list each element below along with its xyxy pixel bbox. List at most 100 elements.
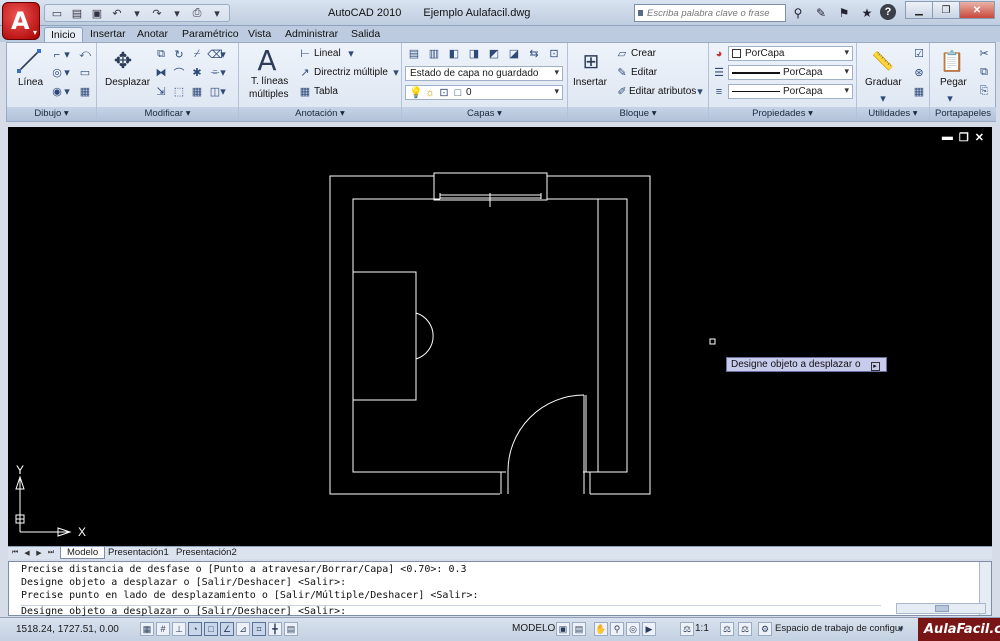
polar-toggle-icon[interactable]: ◔ — [188, 622, 202, 636]
tab-insertar[interactable]: Insertar — [84, 27, 132, 42]
edit-block-icon[interactable]: ✎ — [614, 65, 630, 80]
help-icon[interactable]: ? — [880, 4, 896, 20]
tab-salida[interactable]: Salida — [345, 27, 386, 42]
viewport-restore-button[interactable]: ❐ — [959, 131, 969, 144]
fillet-icon[interactable]: ⌒ — [171, 65, 187, 80]
otrack-toggle-icon[interactable]: ∠ — [220, 622, 234, 636]
cut-icon[interactable]: ✂ — [976, 46, 992, 61]
dyn-toggle-icon[interactable]: ⌗ — [252, 622, 266, 636]
calculator-icon[interactable]: ▦ — [911, 84, 927, 99]
redo-dropdown-icon[interactable]: ▾ — [169, 6, 185, 20]
snap-toggle-icon[interactable]: ▦ — [140, 622, 154, 636]
quick-select-icon[interactable]: ☑ — [911, 46, 927, 61]
tab-vista[interactable]: Vista — [242, 27, 277, 42]
redo-icon[interactable]: ↷ — [149, 6, 165, 20]
multiline-text-icon[interactable]: A — [253, 44, 281, 77]
rectangle-icon[interactable]: ▭ — [77, 65, 93, 80]
match-properties-icon[interactable]: ⎘ — [976, 84, 992, 99]
panel-draw-title[interactable]: Dibujo ▾ — [7, 107, 96, 121]
workspace-switch[interactable]: Espacio de trabajo de configura — [775, 623, 903, 634]
application-menu-button[interactable]: A ▾ — [2, 2, 40, 40]
layout-tab-model[interactable]: Modelo — [60, 547, 106, 559]
move-label[interactable]: Desplazar — [105, 77, 150, 88]
drawing-area[interactable]: Y X ▬ ❐ ✕ Designe objeto a desplazar o ▸ — [8, 127, 992, 546]
last-layout-icon[interactable]: ⏭ — [46, 548, 56, 558]
model-space-label[interactable]: MODELO — [512, 623, 555, 634]
panel-modify-title[interactable]: Modificar ▾ — [97, 107, 238, 121]
color-select[interactable]: PorCapa — [728, 46, 853, 61]
circle-dropdown-icon[interactable]: ▾ — [63, 65, 71, 80]
undo-icon[interactable]: ↶ — [109, 6, 125, 20]
steering-wheel-icon[interactable]: ◎ — [626, 622, 640, 636]
command-prompt[interactable]: Designe objeto a desplazar o [Salir/Desh… — [21, 605, 881, 617]
modify-dropdown-2-icon[interactable]: ▾ — [219, 65, 227, 80]
paste-clipboard-icon[interactable]: 📋 — [938, 47, 966, 75]
panel-clipboard-title[interactable]: Portapapeles — [930, 107, 996, 121]
linear-dropdown-icon[interactable]: ▾ — [347, 46, 355, 61]
close-button[interactable]: ✕ — [959, 1, 995, 19]
ellipse-dropdown-icon[interactable]: ▾ — [63, 84, 71, 99]
layout-tab-presentation1[interactable]: Presentación1 — [102, 547, 175, 559]
print-icon[interactable]: ⎙ — [189, 6, 205, 20]
create-label[interactable]: Crear — [631, 48, 656, 59]
move-icon[interactable]: ✥ — [109, 47, 137, 75]
tab-anotar[interactable]: Anotar — [131, 27, 174, 42]
layer-state-select[interactable]: Estado de capa no guardado — [405, 66, 563, 81]
annotation-scale-icon[interactable]: ⚖ — [680, 622, 694, 636]
layer-properties-icon[interactable]: ▤ — [406, 46, 422, 61]
create-block-icon[interactable]: ▱ — [614, 46, 630, 61]
command-line-window[interactable]: Precise distancia de desfase o [Punto a … — [8, 561, 992, 617]
copy-clipboard-icon[interactable]: ⧉ — [976, 65, 992, 80]
undo-dropdown-icon[interactable]: ▾ — [129, 6, 145, 20]
color-wheel-icon[interactable]: ◕ — [711, 46, 727, 61]
edit-attributes-dropdown-icon[interactable]: ▾ — [696, 84, 704, 99]
tab-administrar[interactable]: Administrar — [279, 27, 344, 42]
scale-icon[interactable]: ⬚ — [171, 84, 187, 99]
multileader-icon[interactable]: ↗ — [297, 65, 313, 80]
annotation-scale-value[interactable]: 1:1 — [695, 623, 709, 634]
rotate-icon[interactable]: ↻ — [171, 47, 187, 62]
tooltip-expand-icon[interactable]: ▸ — [870, 362, 880, 371]
hatch-icon[interactable]: ▦ — [77, 84, 93, 99]
explode-icon[interactable]: ✱ — [189, 65, 205, 80]
ortho-toggle-icon[interactable]: ⊥ — [172, 622, 186, 636]
layer-off-icon[interactable]: ◩ — [486, 46, 502, 61]
pan-icon[interactable]: ✋ — [594, 622, 608, 636]
line-label[interactable]: Línea — [18, 77, 43, 88]
annotation-visibility-icon[interactable]: ⚖ — [720, 622, 734, 636]
trim-icon[interactable]: ⌿ — [189, 47, 205, 62]
layer-states-icon[interactable]: ▥ — [426, 46, 442, 61]
viewport-minimize-button[interactable]: ▬ — [942, 131, 953, 144]
layer-lock-icon[interactable]: ⊡ — [546, 46, 562, 61]
quick-properties-toggle-icon[interactable]: ▤ — [284, 622, 298, 636]
open-folder-icon[interactable]: ▤ — [69, 6, 85, 20]
multileader-dropdown-icon[interactable]: ▾ — [392, 65, 400, 80]
osnap-toggle-icon[interactable]: □ — [204, 622, 218, 636]
array-icon[interactable]: ▦ — [189, 84, 205, 99]
scrollbar-thumb[interactable] — [935, 605, 949, 612]
grid-toggle-icon[interactable]: # — [156, 622, 170, 636]
favorites-star-icon[interactable]: ★ — [857, 4, 877, 22]
measure-label[interactable]: Graduar — [865, 77, 902, 88]
quick-view-layouts-icon[interactable]: ▣ — [556, 622, 570, 636]
paste-dropdown-icon[interactable]: ▾ — [946, 91, 954, 106]
mirror-icon[interactable]: ⧓ — [153, 65, 169, 80]
subscription-icon[interactable]: ✎ — [811, 4, 831, 22]
binoculars-icon[interactable]: ⚲ — [788, 4, 808, 22]
restore-button[interactable]: ❐ — [932, 1, 960, 19]
zoom-icon[interactable]: ⚲ — [610, 622, 624, 636]
panel-annotation-title[interactable]: Anotación ▾ — [239, 107, 401, 121]
search-input[interactable]: Escriba palabra clave o frase — [634, 4, 786, 22]
mtext-label-line1[interactable]: T. líneas — [251, 76, 288, 87]
customize-dropdown-icon[interactable]: ▾ — [209, 6, 225, 20]
stretch-icon[interactable]: ⇲ — [153, 84, 169, 99]
auto-scale-icon[interactable]: ⚖ — [738, 622, 752, 636]
showmotion-icon[interactable]: ▶ — [642, 622, 656, 636]
prev-layout-icon[interactable]: ◀ — [22, 548, 32, 558]
measure-dropdown-icon[interactable]: ▾ — [879, 91, 887, 106]
lineweight-select[interactable]: PorCapa — [728, 65, 853, 80]
arc-icon[interactable]: ⤺ — [77, 47, 93, 62]
workspace-gear-icon[interactable]: ⚙ — [758, 622, 772, 636]
communication-icon[interactable]: ⚑ — [834, 4, 854, 22]
edit-attributes-label[interactable]: Editar atributos — [629, 86, 696, 97]
